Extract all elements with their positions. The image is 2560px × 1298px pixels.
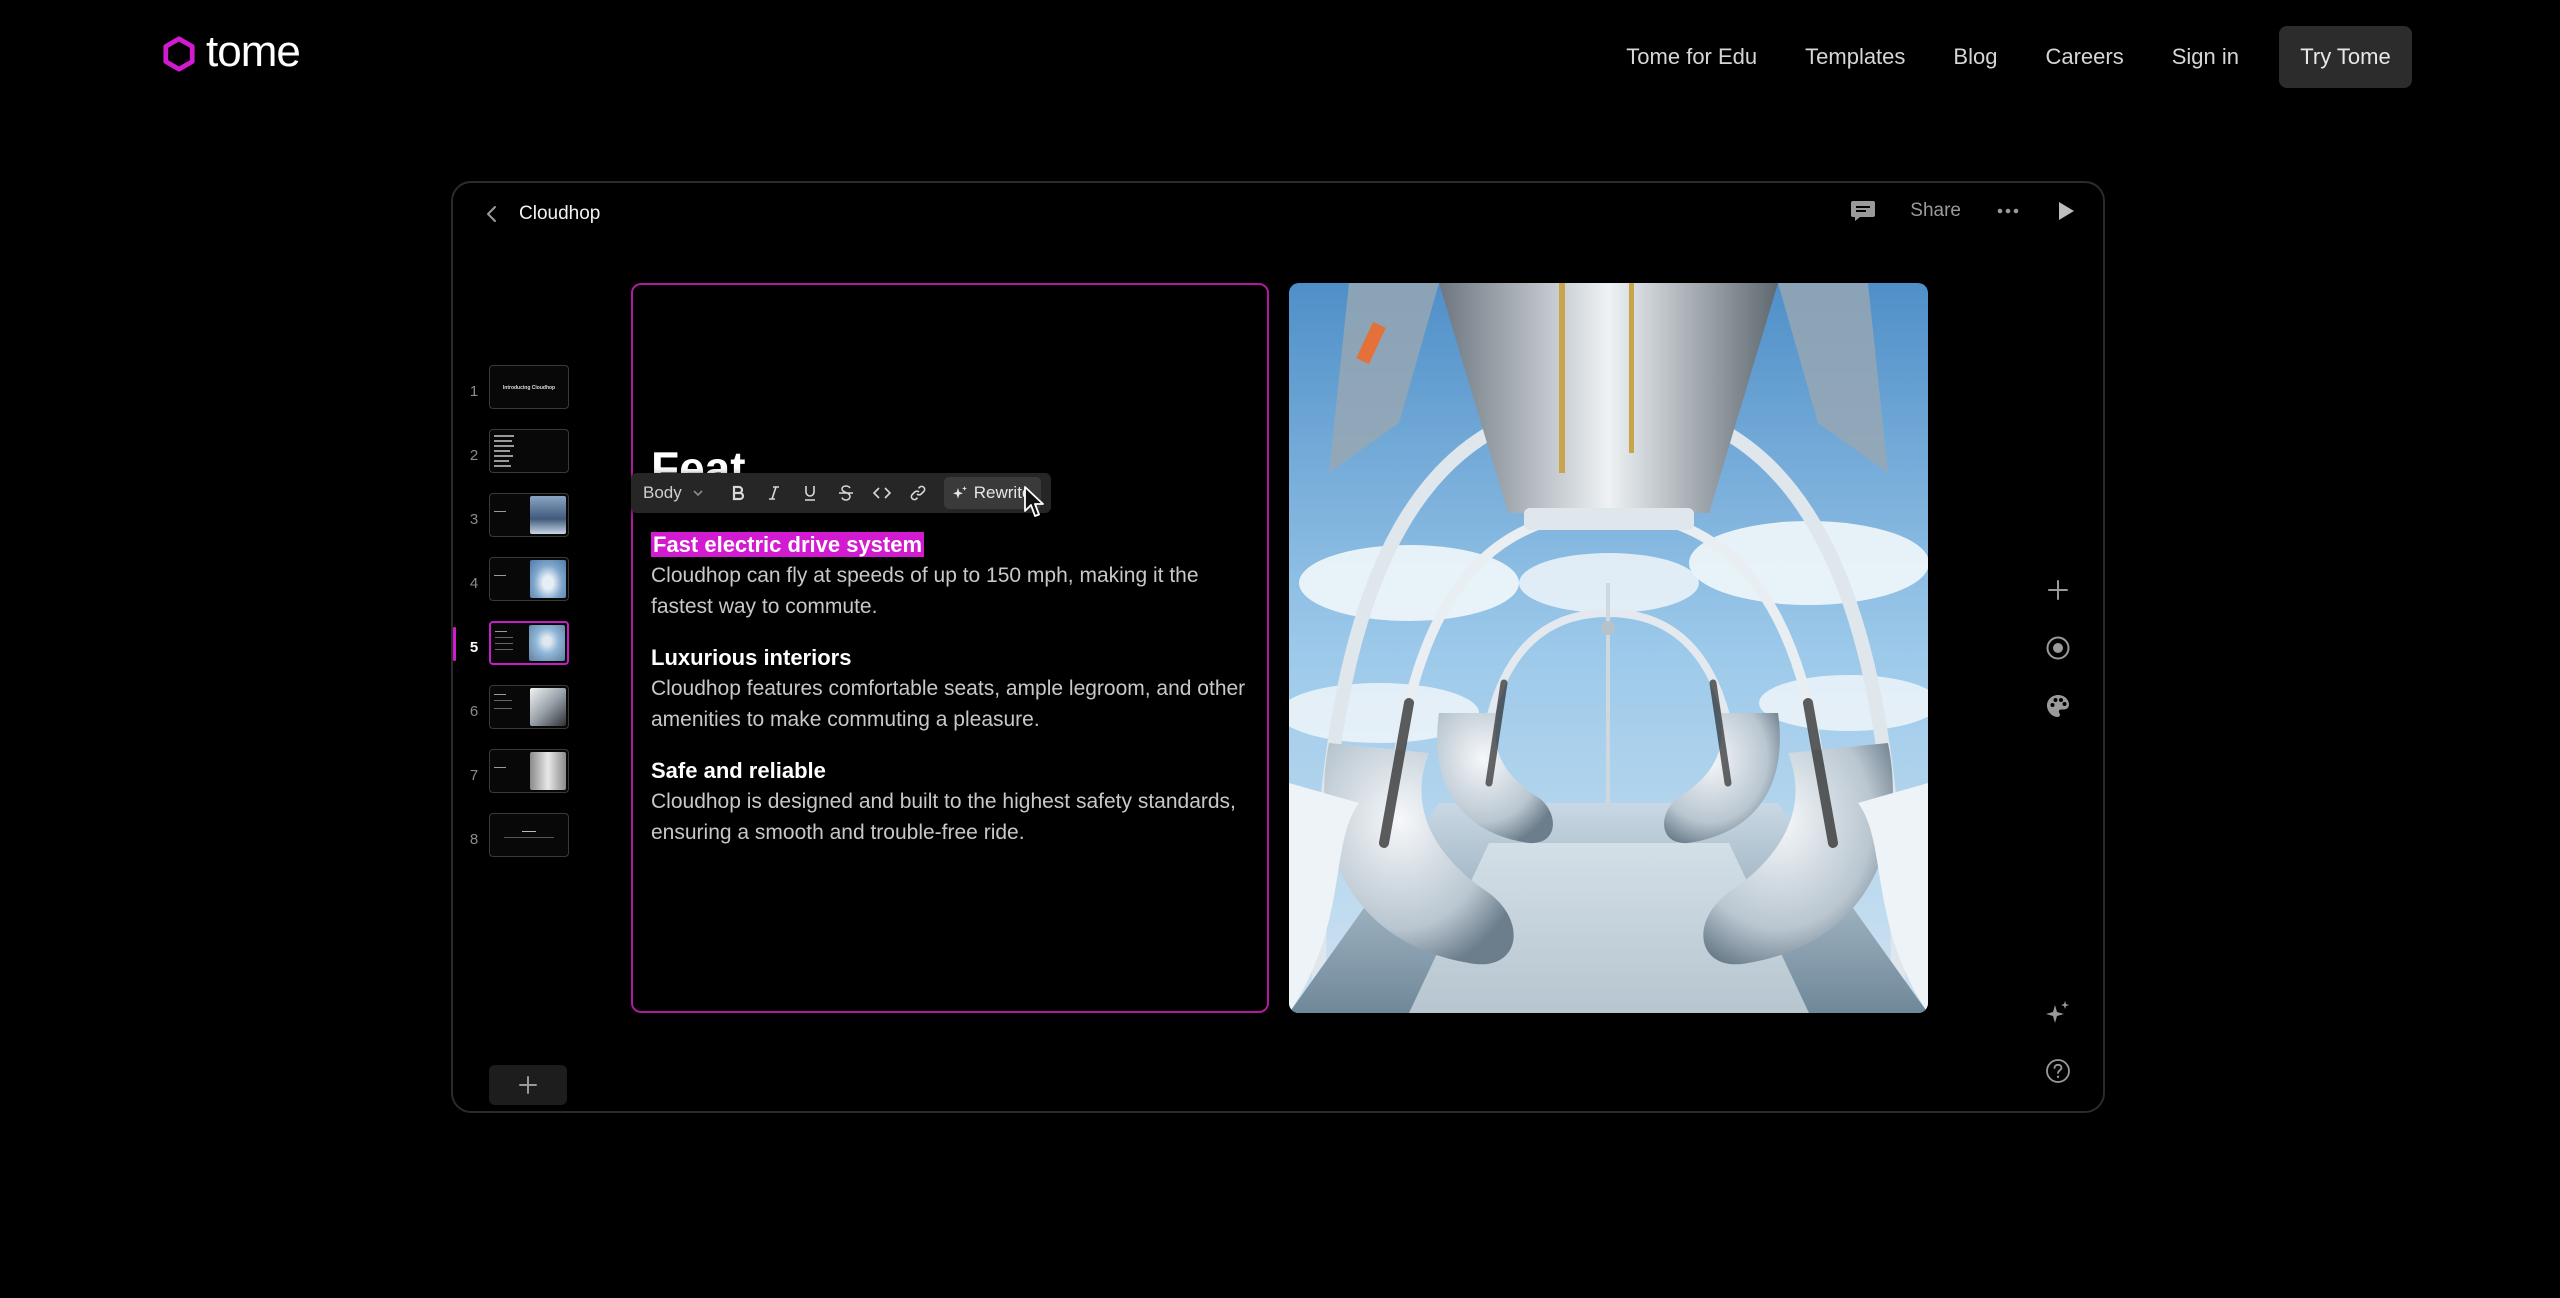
slide-number: 6 (469, 703, 479, 720)
slide-preview[interactable] (489, 429, 569, 473)
sparkle-icon (2046, 1001, 2069, 1023)
slide-thumbnail-6[interactable]: 6 (453, 685, 593, 749)
add-content-button[interactable] (2044, 576, 2072, 604)
italic-button[interactable] (756, 475, 792, 511)
slide-preview[interactable] (489, 813, 569, 857)
more-options-icon[interactable] (1995, 199, 2021, 223)
underline-button[interactable] (792, 475, 828, 511)
nav-link-templates[interactable]: Templates (1805, 44, 1905, 70)
nav-link-tome-for-edu[interactable]: Tome for Edu (1626, 44, 1757, 70)
slide-number: 1 (469, 383, 479, 400)
mouse-pointer-icon (1024, 486, 1044, 517)
record-icon (2046, 636, 2070, 660)
feature-description[interactable]: Cloudhop features comfortable seats, amp… (651, 673, 1251, 735)
try-tome-button[interactable]: Try Tome (2279, 26, 2412, 88)
add-slide-button[interactable] (489, 1065, 567, 1105)
nav-link-blog[interactable]: Blog (1953, 44, 1997, 70)
slide-number: 7 (469, 767, 479, 784)
slide-preview[interactable] (489, 685, 569, 729)
document-title[interactable]: Cloudhop (519, 203, 600, 225)
share-button[interactable]: Share (1910, 200, 1961, 222)
text-format-toolbar: Body Rewrite (631, 473, 1052, 513)
strikethrough-button[interactable] (828, 475, 864, 511)
feature-title[interactable]: Safe and reliable (651, 755, 1251, 786)
slide-thumbnail-8[interactable]: 8 (453, 813, 593, 877)
editor-window: Cloudhop Share 1 Introducing Cloudhop 2 … (451, 181, 2105, 1113)
chevron-down-icon (693, 490, 703, 497)
slide-preview[interactable] (489, 493, 569, 537)
slide-preview[interactable]: Introducing Cloudhop (489, 365, 569, 409)
selected-text[interactable]: Fast electric drive system (651, 532, 925, 557)
top-nav: Tome for Edu Templates Blog Careers Sign… (1626, 26, 2412, 88)
slide-thumbnail-5[interactable]: 5 (453, 621, 593, 685)
chevron-left-icon[interactable] (481, 203, 503, 225)
slide-preview[interactable] (489, 557, 569, 601)
slide-number: 8 (469, 831, 479, 848)
slide-number: 2 (469, 447, 479, 464)
palette-icon (2047, 695, 2069, 717)
sparkle-icon (952, 486, 967, 499)
plus-icon (519, 1076, 537, 1094)
feature-list: Fast electric drive system Cloudhop can … (651, 529, 1251, 868)
logo-wordmark: tome (206, 27, 301, 76)
slide-thumbnail-7[interactable]: 7 (453, 749, 593, 813)
plus-icon (2048, 580, 2068, 600)
underline-icon (804, 486, 815, 501)
bold-button[interactable] (720, 475, 756, 511)
slide-rail: 1 Introducing Cloudhop 2 3 4 5 6 7 8 (453, 365, 593, 1105)
slide-number: 5 (469, 639, 479, 656)
strikethrough-icon (838, 485, 853, 501)
slide-number: 4 (469, 575, 479, 592)
comment-icon[interactable] (1850, 199, 1876, 223)
slide-thumbnail-2[interactable]: 2 (453, 429, 593, 493)
link-icon (910, 485, 926, 501)
tome-logo-icon (163, 36, 195, 72)
active-slide-indicator (453, 627, 456, 661)
slide-preview[interactable] (489, 749, 569, 793)
code-icon (872, 487, 891, 499)
slide-thumbnail-3[interactable]: 3 (453, 493, 593, 557)
feature-description[interactable]: Cloudhop is designed and built to the hi… (651, 786, 1251, 848)
nav-link-sign-in[interactable]: Sign in (2172, 44, 2239, 70)
record-button[interactable] (2044, 634, 2072, 662)
cabin-image-illustration (1289, 283, 1928, 1013)
editor-header: Cloudhop Share (453, 183, 2103, 247)
ai-assist-button[interactable] (2044, 999, 2072, 1027)
text-style-select[interactable]: Body (643, 483, 706, 503)
theme-button[interactable] (2044, 692, 2072, 720)
feature-title[interactable]: Fast electric drive system (651, 529, 1251, 560)
text-style-value: Body (643, 483, 682, 502)
help-icon (2046, 1059, 2070, 1083)
feature-description[interactable]: Cloudhop can fly at speeds of up to 150 … (651, 560, 1251, 622)
tome-logo[interactable]: tome (160, 30, 301, 74)
slide-thumbnail-1[interactable]: 1 Introducing Cloudhop (453, 365, 593, 429)
play-icon[interactable] (2055, 199, 2077, 223)
bold-icon (732, 485, 744, 501)
nav-link-careers[interactable]: Careers (2045, 44, 2123, 70)
slide-preview-title: Introducing Cloudhop (502, 385, 556, 391)
italic-icon (768, 486, 779, 500)
feature-title[interactable]: Luxurious interiors (651, 642, 1251, 673)
slide-thumbnail-4[interactable]: 4 (453, 557, 593, 621)
help-button[interactable] (2044, 1057, 2072, 1085)
editor-header-actions: Share (1816, 199, 2077, 223)
code-button[interactable] (864, 475, 900, 511)
cabin-image[interactable] (1289, 283, 1928, 1013)
link-button[interactable] (900, 475, 936, 511)
slide-preview[interactable] (489, 621, 569, 665)
slide-number: 3 (469, 511, 479, 528)
text-card[interactable]: Feat Body Rewrite Fast electric drive sy… (631, 283, 1269, 1013)
